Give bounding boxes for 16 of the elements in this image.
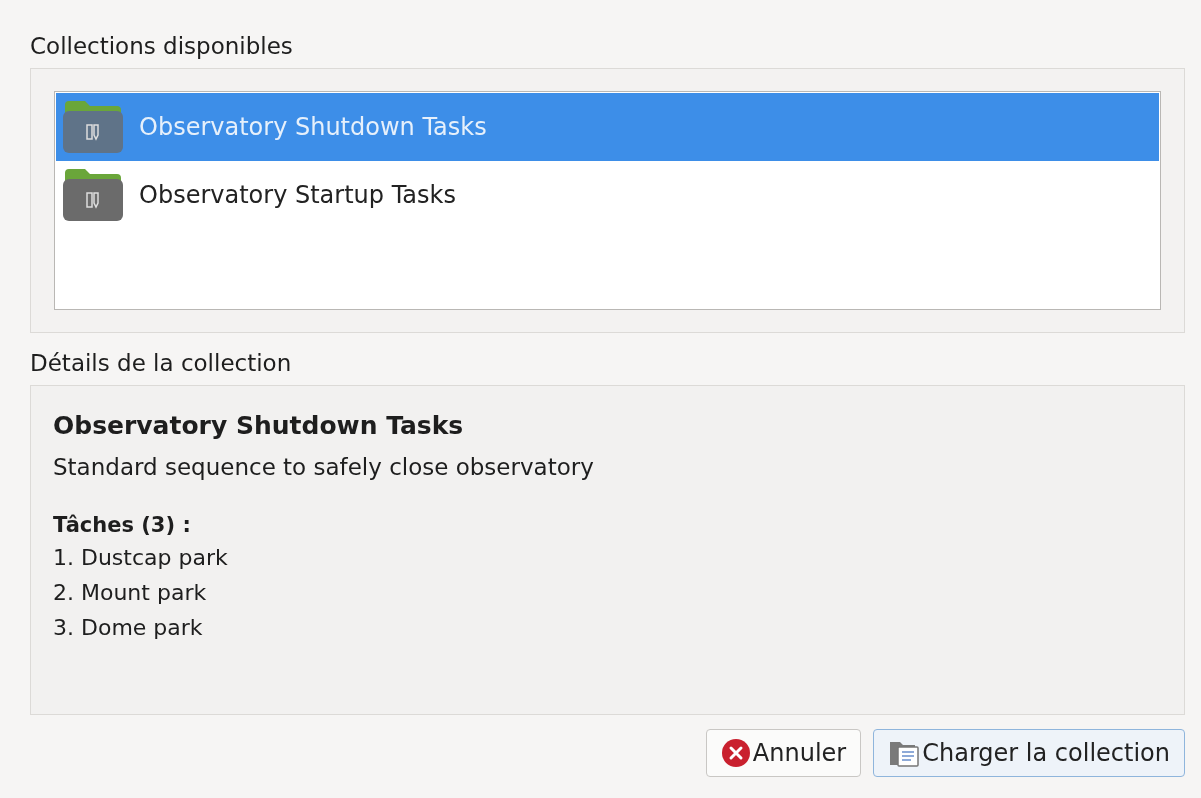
cancel-icon bbox=[720, 738, 751, 768]
load-button[interactable]: Charger la collection bbox=[873, 729, 1185, 777]
collection-description: Standard sequence to safely close observatory bbox=[53, 453, 595, 482]
section-label: Collections disponibles bbox=[30, 32, 294, 61]
task-item: 1. Dustcap park bbox=[53, 544, 229, 572]
cancel-button[interactable]: Annuler bbox=[705, 729, 862, 777]
collection-name: Observatory Shutdown Tasks bbox=[139, 113, 487, 141]
tasks-heading: Tâches (3) : bbox=[53, 512, 192, 539]
collection-item[interactable]: Observatory Startup Tasks bbox=[56, 161, 1159, 229]
task-item: 3. Dome park bbox=[53, 614, 204, 642]
task-item: 2. Mount park bbox=[53, 579, 208, 607]
folder-icon bbox=[61, 167, 125, 223]
collection-name: Observatory Startup Tasks bbox=[139, 181, 456, 209]
folder-icon bbox=[61, 99, 125, 155]
section-label: Détails de la collection bbox=[30, 349, 293, 378]
collection-title: Observatory Shutdown Tasks bbox=[53, 410, 465, 442]
